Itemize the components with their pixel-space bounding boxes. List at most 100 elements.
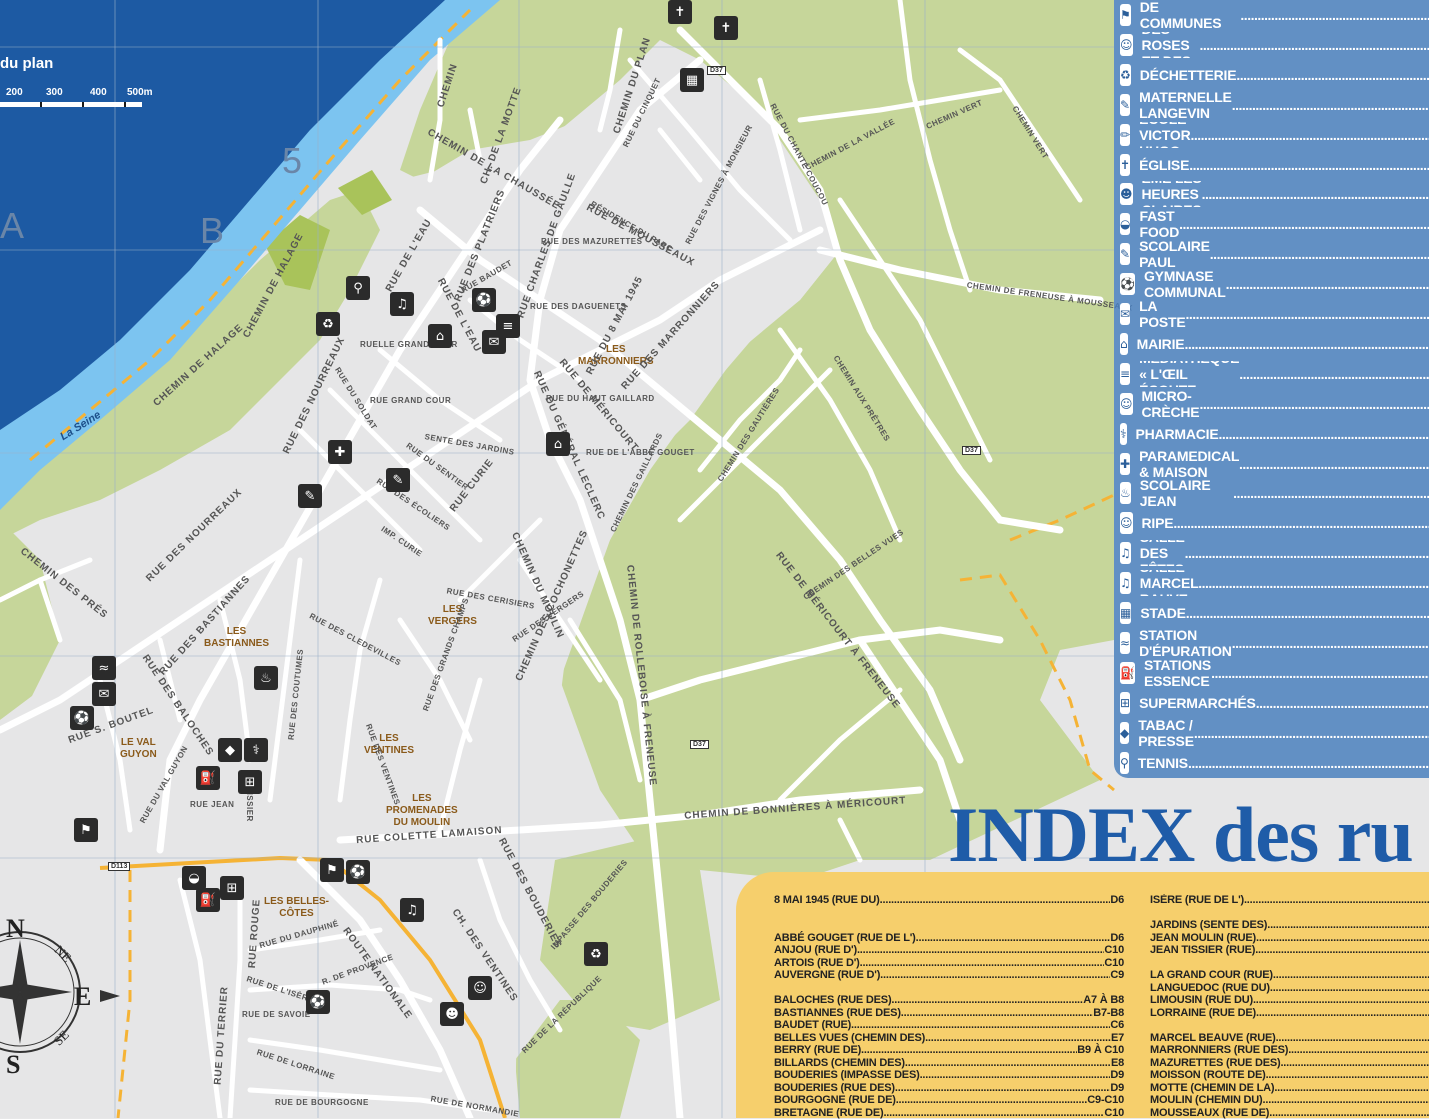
index-entry-name: MARRONNIERS (RUE DES) — [1150, 1044, 1288, 1056]
nursery-icon: ☺ — [1120, 34, 1133, 56]
index-entry: JARDINS (SENTE DES).....................… — [1150, 919, 1429, 931]
community-icon[interactable]: ⚑ — [320, 858, 344, 882]
index-entry: LIMOUSIN (RUE DU).......................… — [1150, 994, 1429, 1006]
legend-item[interactable]: ☻EME LES HEURES CLAIRES.................… — [1120, 181, 1429, 207]
index-leader-dots: ........................................… — [1244, 894, 1429, 906]
gym-icon: ⚽ — [1120, 273, 1135, 295]
church-icon[interactable]: ✝ — [714, 16, 738, 40]
legend-item[interactable]: ✎ÉCOLE MATERNELLE LANGEVIN WALLON.......… — [1120, 92, 1429, 118]
medical-icon: ✚ — [1120, 453, 1130, 475]
index-entry: LANGUEDOC (RUE DU)......................… — [1150, 982, 1429, 994]
post-icon[interactable]: ✉ — [482, 330, 506, 354]
index-entry-name: BRETAGNE (RUE DE) — [774, 1107, 883, 1119]
scale-tick-400: 400 — [90, 87, 107, 98]
index-entry: BELLES VUES (CHEMIN DES)................… — [774, 1032, 1124, 1044]
index-entry: ABBÉ GOUGET (RUE DE L').................… — [774, 932, 1124, 944]
church-icon[interactable]: ⌂ — [546, 432, 570, 456]
tobacco-icon[interactable]: ◆ — [218, 738, 242, 762]
gym-icon[interactable]: ⚽ — [472, 288, 496, 312]
legend-leader-dots: ........................................… — [1239, 456, 1429, 472]
town-hall-icon[interactable]: ⌂ — [428, 324, 452, 348]
index-entry-name: MARCEL BEAUVE (RUE) — [1150, 1032, 1276, 1044]
legend-leader-dots: ........................................… — [1236, 67, 1429, 83]
fuel-icon[interactable]: ⛽ — [196, 888, 220, 912]
legend-item[interactable]: ⚕PHARMACIE..............................… — [1120, 421, 1429, 447]
legend-item[interactable]: ♻DÉCHETTERIE............................… — [1120, 62, 1429, 88]
legend-item-label: GYMNASE COMMUNAL — [1144, 271, 1226, 297]
street-label: RUE DE BOURGOGNE — [275, 1098, 369, 1107]
legend-item-label: LA POSTE — [1139, 301, 1185, 327]
index-entry-ref: D6 — [1110, 932, 1124, 944]
fuel-icon[interactable]: ⛽ — [196, 766, 220, 790]
scale-title: du plan — [0, 55, 53, 72]
legend-item[interactable]: ♫SALLE MARCEL BAUVE.....................… — [1120, 570, 1429, 596]
legend-leader-dots: ........................................… — [1184, 336, 1429, 352]
legend-item[interactable]: ⚑COMMUNAUTÉ DE COMMUNES CCPIF...........… — [1120, 2, 1429, 28]
legend-item[interactable]: ✉LA POSTE...............................… — [1120, 301, 1429, 327]
index-leader-dots: ........................................… — [920, 1069, 1111, 1081]
legend-item-label: COMMUNAUTÉ DE COMMUNES CCPIF — [1140, 2, 1241, 28]
quarter-bastiannes-text: LES BASTIANNES — [204, 626, 269, 649]
gym-icon[interactable]: ⚽ — [70, 706, 94, 730]
index-entry-ref: C10 — [1104, 1107, 1124, 1119]
community-icon: ⚑ — [1120, 4, 1131, 26]
stadium-icon[interactable]: ▦ — [680, 68, 704, 92]
index-leader-dots: ........................................… — [1253, 994, 1429, 1006]
water-treatment-icon[interactable]: ≈ — [92, 656, 116, 680]
supermarket-icon[interactable]: ⊞ — [220, 876, 244, 900]
post-icon[interactable]: ✉ — [92, 682, 116, 706]
nursery-icon[interactable]: ☺ — [468, 976, 492, 1000]
legend-item-label: TABAC / PRESSE — [1138, 720, 1194, 746]
gym-icon[interactable]: ⚽ — [346, 860, 370, 884]
index-entry-ref: C9 — [1110, 969, 1124, 981]
legend-item[interactable]: ✏ÉCOLE VICTOR HUGO......................… — [1120, 122, 1429, 148]
recycling-icon[interactable]: ♻ — [584, 942, 608, 966]
legend-item[interactable]: ☺RIPE...................................… — [1120, 510, 1429, 536]
recycling-icon[interactable]: ♻ — [316, 312, 340, 336]
party-hall-icon[interactable]: ♫ — [400, 898, 424, 922]
legend-leader-dots: ........................................… — [1179, 216, 1429, 232]
ripe-icon: ☺ — [1120, 512, 1133, 534]
legend-item[interactable]: ♫SALLE DES FÊTES........................… — [1120, 540, 1429, 566]
legend-item[interactable]: ♨RESTAURANT SCOLAIRE JEAN MOULIN........… — [1120, 480, 1429, 506]
school-group-icon[interactable]: ✎ — [386, 468, 410, 492]
fast-food-icon[interactable]: ◒ — [182, 866, 206, 890]
index-entry: BOUDERIES (RUE DES).....................… — [774, 1082, 1124, 1094]
index-leader-dots: ........................................… — [916, 932, 1111, 944]
legend-item[interactable]: ✚PÔLE PARAMÉDICAL & MAISON MÉDICALE.....… — [1120, 451, 1429, 477]
restaurant-icon[interactable]: ♨ — [254, 666, 278, 690]
legend-item[interactable]: ≈STATION D'ÉPURATION....................… — [1120, 630, 1429, 656]
legend-item-label: RESTAURANT SCOLAIRE JEAN MOULIN — [1140, 480, 1233, 506]
legend-item[interactable]: ⌂MAIRIE.................................… — [1120, 331, 1429, 357]
legend-item[interactable]: ≡MÉDIATHÈQUE « L'ŒIL ÉCOUTE »...........… — [1120, 361, 1429, 387]
index-entry-ref: A7 À B8 — [1083, 994, 1124, 1006]
legend-item[interactable]: ▦STADE..................................… — [1120, 600, 1429, 626]
community-icon[interactable]: ⚑ — [74, 818, 98, 842]
index-entry: ISÈRE (RUE DE L').......................… — [1150, 894, 1429, 906]
legend-item[interactable]: ⊞SUPERMARCHÉS...........................… — [1120, 690, 1429, 716]
legend-item[interactable]: ◒FAST FOOD..............................… — [1120, 211, 1429, 237]
index-entry: BERRY (RUE DE)..........................… — [774, 1044, 1124, 1056]
church-icon[interactable]: ✝ — [668, 0, 692, 24]
medical-icon[interactable]: ✚ — [328, 440, 352, 464]
legend-item[interactable]: ✎GROUPE SCOLAIRE PAUL ÉLUARD............… — [1120, 241, 1429, 267]
index-entry: MARCEL BEAUVE (RUE).....................… — [1150, 1032, 1429, 1044]
legend-item[interactable]: ⛽STATIONS ESSENCE.......................… — [1120, 660, 1429, 686]
gym-icon[interactable]: ⚽ — [306, 990, 330, 1014]
town-hall-icon: ⌂ — [1120, 333, 1128, 355]
tennis-icon[interactable]: ⚲ — [346, 276, 370, 300]
index-leader-dots: ........................................… — [896, 1094, 1088, 1106]
legend-item[interactable]: ☺MICRO-CRÈCHE...........................… — [1120, 391, 1429, 417]
supermarket-icon[interactable]: ⊞ — [238, 770, 262, 794]
index-entry: MAZURETTES (RUE DES)....................… — [1150, 1057, 1429, 1069]
legend-item[interactable]: ☺CRÈCHE DES ROSES ET DES CHOUX..........… — [1120, 32, 1429, 58]
legend-item[interactable]: ◆TABAC / PRESSE.........................… — [1120, 720, 1429, 746]
legend-item[interactable]: ⚲TENNIS.................................… — [1120, 750, 1429, 776]
sports-hall-icon[interactable]: ♫ — [390, 292, 414, 316]
family-icon[interactable]: ☻ — [440, 1002, 464, 1026]
pharmacy-icon[interactable]: ⚕ — [244, 738, 268, 762]
index-entry-name: ISÈRE (RUE DE L') — [1150, 894, 1244, 906]
legend-item[interactable]: ⚽GYMNASE COMMUNAL.......................… — [1120, 271, 1429, 297]
legend-item[interactable]: ✝ÉGLISE.................................… — [1120, 152, 1429, 178]
preschool-icon[interactable]: ✎ — [298, 484, 322, 508]
